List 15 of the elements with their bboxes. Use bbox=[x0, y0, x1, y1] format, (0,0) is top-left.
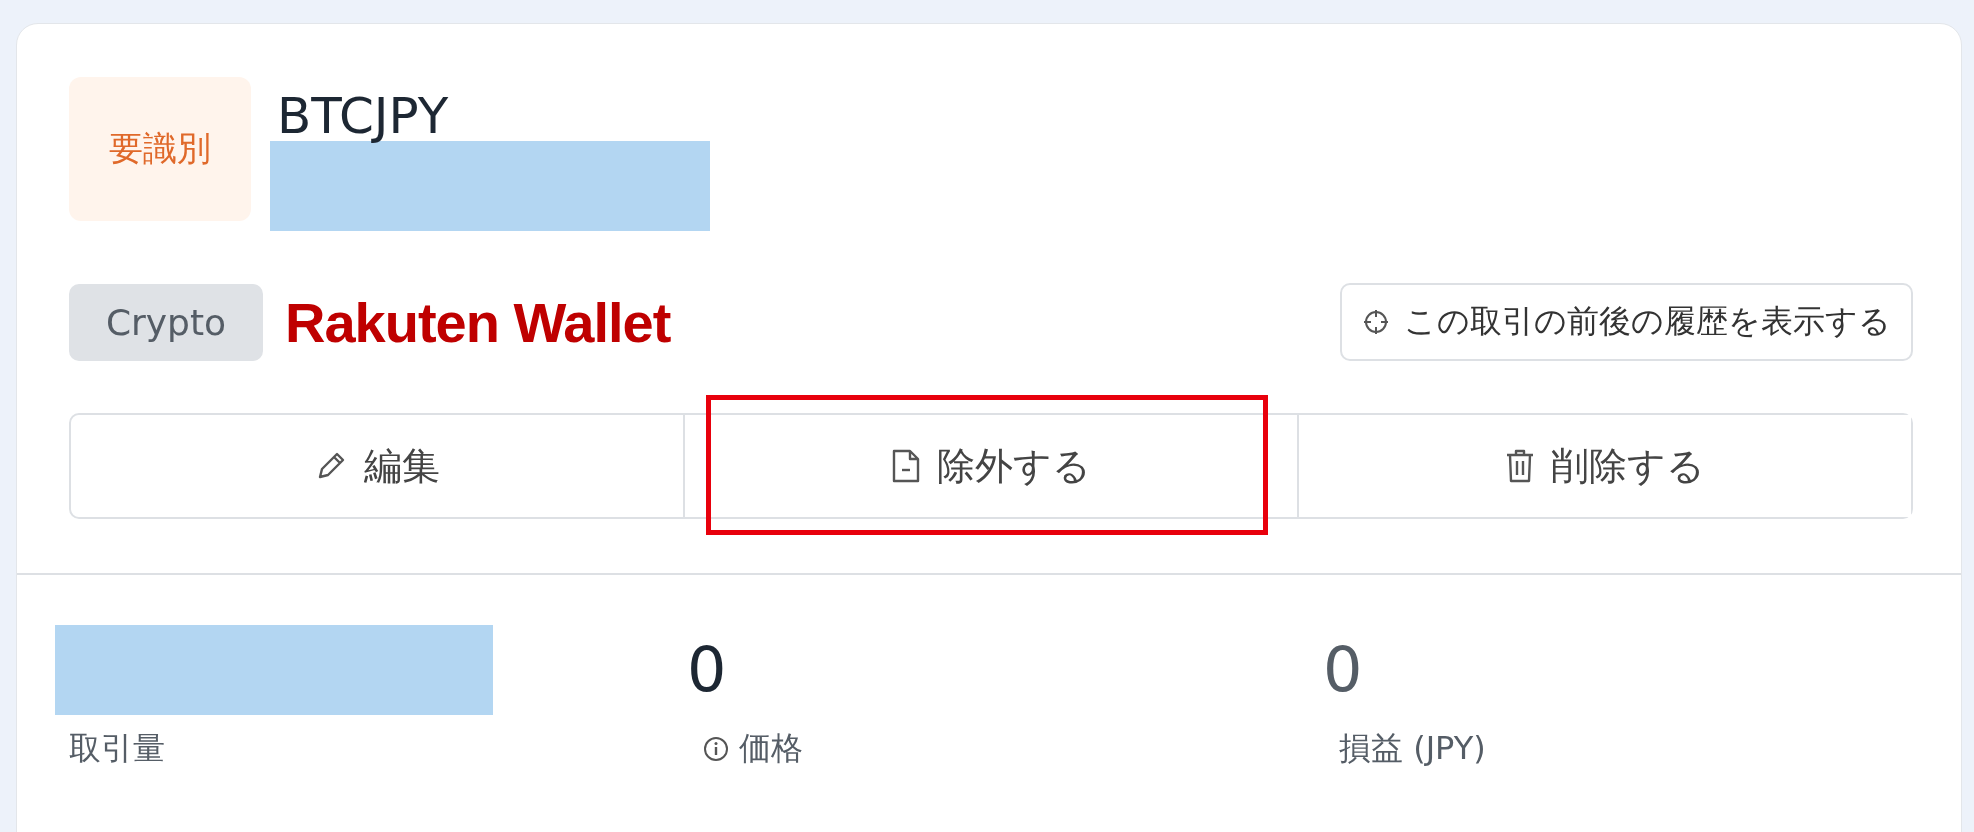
stat-value: 0 bbox=[1323, 632, 1364, 708]
status-badge: 要識別 bbox=[69, 77, 251, 221]
stat-value: 0 bbox=[687, 632, 728, 708]
pair-title: BTCJPY bbox=[277, 91, 450, 141]
stat-label: 価格 bbox=[739, 728, 803, 769]
category-badge: Crypto bbox=[69, 283, 263, 361]
history-button[interactable]: この取引の前後の履歴を表示する bbox=[1340, 283, 1913, 361]
exchange-logo: Rakuten Wallet bbox=[285, 289, 671, 355]
document-minus-icon bbox=[891, 448, 921, 484]
stat-label: 損益 (JPY) bbox=[1339, 728, 1486, 769]
trash-icon bbox=[1505, 448, 1535, 484]
info-icon bbox=[703, 736, 729, 762]
delete-button[interactable]: 削除する bbox=[1297, 415, 1911, 517]
stat-label: 取引量 bbox=[69, 728, 165, 769]
crosshair-icon bbox=[1362, 308, 1390, 336]
